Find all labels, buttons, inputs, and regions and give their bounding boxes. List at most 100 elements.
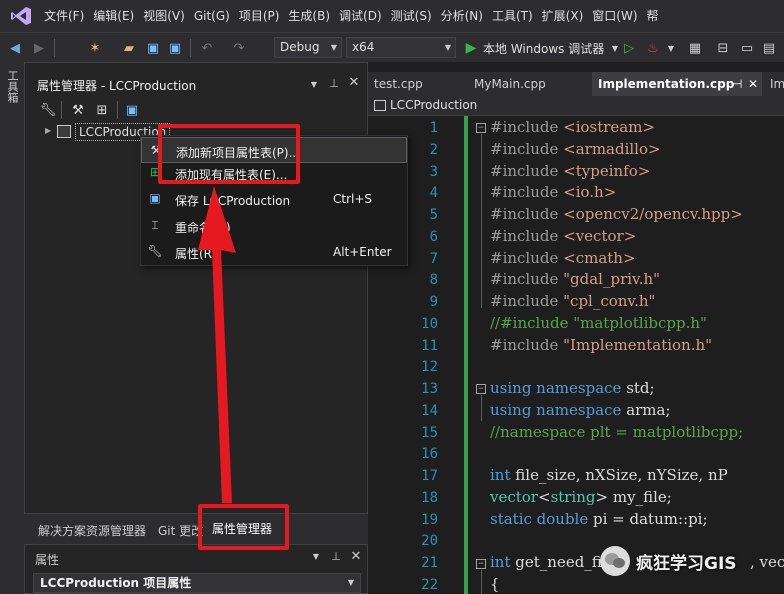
line-number: 9 [429, 294, 438, 310]
project-icon [374, 100, 386, 111]
save-icon[interactable]: ▣ [123, 101, 141, 119]
tab-implementation-cpp[interactable]: Implementation.cpp ⊣ ✕ [592, 72, 762, 96]
menu-project[interactable]: 项目(P) [239, 0, 289, 32]
new-project-icon[interactable]: ✶ [86, 39, 104, 57]
tab-label: test.cpp [374, 77, 423, 91]
code-line: int file_size, nXSize, nYSize, nP [490, 466, 728, 484]
menu-view[interactable]: 视图(V) [143, 0, 194, 32]
menu-debug[interactable]: 调试(D) [339, 0, 391, 32]
menu-edit[interactable]: 编辑(E) [93, 0, 143, 32]
redo-icon[interactable]: ↷ [230, 39, 248, 57]
menu-item-properties[interactable]: 🔧︎ 属性(R) Alt+Enter [141, 239, 407, 265]
code-token: #include [490, 249, 564, 267]
bottom-tab-strip: 解决方案资源管理器 Git 更改 属性管理器 [24, 514, 368, 544]
code-line: //namespace plt = matplotlibcpp; [490, 423, 744, 441]
collapse-icon[interactable]: − [476, 559, 486, 569]
fold-guide [481, 134, 482, 308]
open-folder-icon[interactable]: ▰ [120, 39, 138, 57]
code-token: <armadillo> [563, 140, 661, 158]
nav-scope-dropdown[interactable]: LCCProduction [390, 98, 477, 112]
line-number: 21 [421, 555, 438, 571]
platform-select[interactable]: x64 ▼ [346, 37, 456, 58]
window-options-icon[interactable]: ▼ [309, 552, 323, 561]
hot-reload-icon[interactable]: ♨ [644, 39, 662, 57]
code-line: #include <vector> [490, 227, 636, 245]
line-number: 10 [421, 316, 438, 332]
line-number: 12 [421, 359, 438, 375]
menu-test[interactable]: 测试(S) [391, 0, 441, 32]
tab-test-cpp[interactable]: test.cpp [368, 72, 466, 96]
editor-tab-strip: test.cpp MyMain.cpp Implementation.cpp ⊣… [368, 72, 784, 96]
solution-configurations-icon[interactable]: ▦ [686, 39, 704, 57]
pin-icon[interactable]: ⊥ [329, 550, 343, 563]
start-debug-icon[interactable]: ▶ [462, 39, 480, 57]
start-debugger-button[interactable]: 本地 Windows 调试器 [483, 40, 604, 57]
fold-guide [481, 395, 482, 421]
watermark: 疯狂学习GIS [600, 546, 737, 576]
menu-item-save[interactable]: ▣ 保存 LCCProduction Ctrl+S [141, 186, 407, 212]
undo-icon[interactable]: ↶ [198, 39, 216, 57]
magic-wand-icon[interactable]: ⚒ [69, 101, 87, 119]
menu-bar: 文件(F) 编辑(E) 视图(V) Git(G) 项目(P) 生成(B) 调试(… [0, 0, 784, 32]
wrench-icon: 🔧︎ [147, 244, 163, 258]
code-editor[interactable]: 1 2 3 4 5 6 7 8 9 10 11 12 13 14 15 16 1… [368, 116, 784, 594]
line-number: 13 [421, 381, 438, 397]
configuration-select[interactable]: Debug ▼ [274, 37, 342, 58]
properties-object-select[interactable]: LCCProduction 项目属性 ▼ [33, 573, 361, 593]
code-token: arma; [621, 401, 671, 419]
code-token: #include [490, 270, 564, 288]
code-line: using namespace std; [490, 379, 655, 397]
code-line: #include <cmath> [490, 249, 636, 267]
close-icon[interactable]: ✕ [349, 549, 363, 564]
code-token: <vector> [563, 227, 637, 245]
add-existing-icon[interactable]: ⊞ [93, 101, 111, 119]
expand-arrow-icon[interactable]: ▶ [45, 126, 51, 135]
extra-tool-icon[interactable]: ▭ [738, 39, 756, 57]
chevron-down-icon[interactable]: ▼ [662, 39, 680, 57]
menu-list: 文件(F) 编辑(E) 视图(V) Git(G) 项目(P) 生成(B) 调试(… [44, 0, 668, 32]
code-token: static double [490, 510, 589, 528]
navigate-forward-icon[interactable]: ▶ [30, 39, 48, 57]
toolbox-tab[interactable]: 工具箱 [4, 70, 20, 103]
tab-git-changes[interactable]: Git 更改 [158, 522, 203, 539]
visual-studio-logo-icon[interactable] [10, 6, 32, 26]
menu-help[interactable]: 帮 [647, 0, 668, 32]
save-all-icon[interactable]: ▣ [166, 39, 184, 57]
collapse-icon[interactable]: − [476, 384, 486, 394]
platform-value: x64 [352, 40, 375, 54]
wrench-icon[interactable]: 🔧︎ [39, 101, 57, 119]
tab-implementation-h[interactable]: Im [764, 72, 784, 96]
menu-extensions[interactable]: 扩展(X) [542, 0, 593, 32]
save-icon[interactable]: ▣ [144, 39, 162, 57]
tab-solution-explorer[interactable]: 解决方案资源管理器 [38, 522, 146, 539]
menu-file[interactable]: 文件(F) [44, 0, 93, 32]
pin-icon[interactable]: ⊣ [732, 72, 742, 96]
navigate-back-icon[interactable]: ◀ [6, 39, 24, 57]
code-line: vector<string> my_file; [490, 488, 672, 506]
code-token: <cmath> [563, 249, 636, 267]
editor-navigation-bar: LCCProduction [368, 96, 784, 116]
menu-item-rename[interactable]: ⌶ 重命名(M) [141, 213, 407, 239]
line-number: 16 [421, 446, 438, 462]
window-options-icon[interactable]: ▼ [307, 80, 321, 89]
menu-build[interactable]: 生成(B) [288, 0, 339, 32]
code-line: static double pi = datum::pi; [490, 510, 708, 528]
menu-window[interactable]: 窗口(W) [592, 0, 646, 32]
code-token: "Implementation.h" [563, 336, 713, 354]
collapse-icon[interactable]: − [476, 123, 486, 133]
toolbar-overflow-icon[interactable]: ▤ [760, 39, 778, 57]
menu-analyze[interactable]: 分析(N) [441, 0, 492, 32]
save-icon: ▣ [149, 191, 161, 205]
start-without-debug-icon[interactable]: ▷ [620, 39, 638, 57]
line-number: 19 [421, 512, 438, 528]
pin-icon[interactable]: ⊥ [327, 77, 341, 90]
tab-mymain-cpp[interactable]: MyMain.cpp [468, 72, 592, 96]
menu-git[interactable]: Git(G) [194, 0, 239, 32]
properties-panel: 属性 ▼ ⊥ ✕ LCCProduction 项目属性 ▼ [24, 544, 368, 594]
close-tab-icon[interactable]: ✕ [748, 72, 758, 96]
tab-label: MyMain.cpp [474, 77, 546, 91]
close-icon[interactable]: ✕ [347, 75, 361, 90]
menu-tools[interactable]: 工具(T) [492, 0, 542, 32]
side-tool-strip: 工具箱 [0, 62, 24, 594]
layout-icon[interactable]: ⊟ [714, 39, 732, 57]
